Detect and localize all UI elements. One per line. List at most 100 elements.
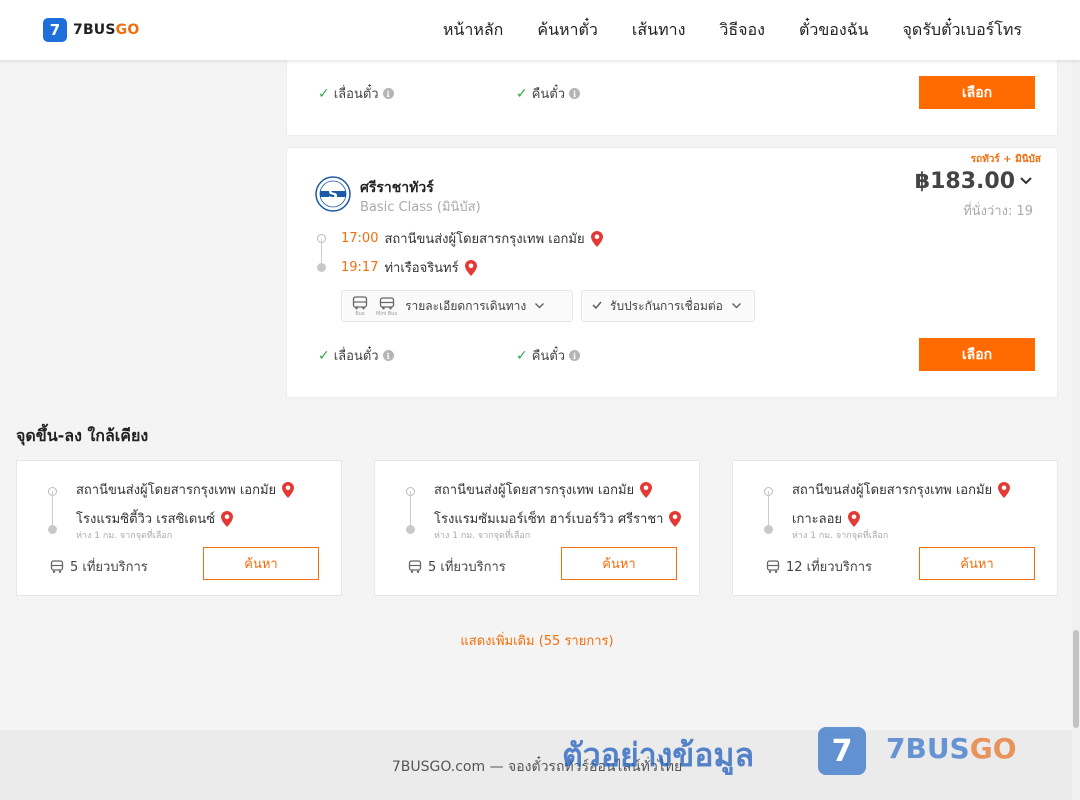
select-trip-button[interactable]: เลือก	[919, 338, 1035, 371]
trip-count-label: 5 เที่ยวบริการ	[428, 560, 506, 575]
route-line	[321, 239, 322, 265]
route-line	[52, 491, 53, 529]
route-line	[768, 491, 769, 529]
info-icon[interactable]: i	[569, 88, 581, 99]
route-line	[410, 491, 411, 529]
refund-label: คืนตั๋ว	[531, 87, 566, 102]
refund-label: คืนตั๋ว	[531, 349, 566, 364]
nav-search-tickets[interactable]: ค้นหาตั๋ว	[537, 18, 598, 43]
arrival-stop-name: ท่าเรือจรินทร์	[384, 261, 459, 276]
map-pin-icon[interactable]	[221, 510, 234, 527]
nearby-from-name: สถานีขนส่งผู้โดยสารกรุงเทพ เอกมัย	[792, 483, 993, 498]
nearby-from-name: สถานีขนส่งผู้โดยสารกรุงเทพ เอกมัย	[76, 483, 277, 498]
watermark-text: ตัวอย่างข้อมูล	[562, 736, 755, 774]
chevron-down-icon	[1019, 174, 1033, 190]
map-pin-icon[interactable]	[669, 510, 682, 527]
reschedule-label: เลื่อนตั๋ว	[333, 87, 379, 102]
select-trip-button[interactable]: เลือก	[919, 76, 1035, 109]
arrival-time: 19:17	[341, 260, 379, 275]
nearby-from: สถานีขนส่งผู้โดยสารกรุงเทพ เอกมัย	[792, 479, 1011, 500]
nearby-to-name: โรงแรมซัมเมอร์เซ็ท ฮาร์เบอร์วิว ศรีราชา	[434, 512, 664, 527]
trip-card: ✓ เลื่อนตั๋ว i ✓ คืนตั๋ว i เลือก	[286, 54, 1058, 136]
brand-logo[interactable]: 7 7BUSGO	[43, 18, 139, 42]
trip-details-label: รายละเอียดการเดินทาง	[405, 298, 527, 313]
map-pin-icon[interactable]	[590, 230, 603, 247]
bus-icon: Bus	[352, 295, 368, 317]
refund-feature: ✓ คืนตั๋ว i	[516, 83, 581, 104]
nearby-search-button[interactable]: ค้นหา	[203, 547, 319, 580]
trip-price: ฿183.00	[914, 169, 1015, 194]
nearby-from-name: สถานีขนส่งผู้โดยสารกรุงเทพ เอกมัย	[434, 483, 635, 498]
map-pin-icon[interactable]	[998, 481, 1011, 498]
map-pin-icon[interactable]	[282, 481, 295, 498]
reschedule-feature: ✓ เลื่อนตั๋ว i	[318, 83, 394, 104]
nearby-to-name: โรงแรมซิตี้วิว เรสซิเดนซ์	[76, 512, 216, 527]
arrival-dot-icon	[48, 525, 57, 534]
price-toggle[interactable]: ฿183.00	[915, 169, 1033, 194]
nearby-search-button[interactable]: ค้นหา	[561, 547, 677, 580]
nearby-stop-card: สถานีขนส่งผู้โดยสารกรุงเทพ เอกมัย โรงแรม…	[16, 460, 342, 596]
nav-routes[interactable]: เส้นทาง	[632, 18, 686, 43]
bus-class: Basic Class (มินิบัส)	[360, 200, 481, 215]
arrival-dot-icon	[406, 525, 415, 534]
reschedule-feature: ✓ เลื่อนตั๋ว i	[318, 345, 394, 366]
brand-name: 7BUSGO	[73, 22, 140, 38]
arrival-dot-icon	[764, 525, 773, 534]
nearby-to-name: เกาะลอย	[792, 512, 842, 527]
trip-details-toggle[interactable]: Bus Mini Bus รายละเอียดการเดินทาง	[341, 290, 573, 322]
arrival-dot-icon	[317, 263, 326, 272]
nearby-distance: ห่าง 1 กม. จากจุดที่เลือก	[76, 531, 173, 541]
site-header: 7 7BUSGO หน้าหลัก ค้นหาตั๋ว เส้นทาง วิธี…	[0, 0, 1080, 60]
trip-count-label: 12 เที่ยวบริการ	[786, 560, 872, 575]
check-icon: ✓	[318, 347, 330, 364]
check-icon	[592, 299, 602, 313]
reschedule-label: เลื่อนตั๋ว	[333, 349, 379, 364]
nearby-distance: ห่าง 1 กม. จากจุดที่เลือก	[792, 531, 889, 541]
map-pin-icon[interactable]	[848, 510, 860, 527]
refund-feature: ✓ คืนตั๋ว i	[516, 345, 581, 366]
minibus-icon: Mini Bus	[376, 296, 397, 317]
nearby-stop-card: สถานีขนส่งผู้โดยสารกรุงเทพ เอกมัย โรงแรม…	[374, 460, 700, 596]
nearby-distance: ห่าง 1 กม. จากจุดที่เลือก	[434, 531, 531, 541]
info-icon[interactable]: i	[382, 88, 394, 99]
nearby-to: เกาะลอย	[792, 508, 860, 529]
bus-icon	[50, 559, 64, 573]
nearby-trip-count: 5 เที่ยวบริการ	[408, 556, 506, 577]
check-icon: ✓	[516, 347, 528, 364]
nav-my-tickets[interactable]: ตั๋วของฉัน	[799, 18, 869, 43]
nearby-trip-count: 5 เที่ยวบริการ	[50, 556, 148, 577]
operator-logo-icon: S	[315, 176, 351, 212]
departure-time: 17:00	[341, 231, 379, 246]
check-icon: ✓	[516, 85, 528, 102]
nearby-to: โรงแรมซัมเมอร์เซ็ท ฮาร์เบอร์วิว ศรีราชา	[434, 508, 682, 529]
bus-icon	[766, 559, 780, 573]
main-nav: หน้าหลัก ค้นหาตั๋ว เส้นทาง วิธีจอง ตั๋วข…	[443, 0, 1022, 60]
arrival-stop: 19:17 ท่าเรือจรินทร์	[341, 257, 477, 278]
chevron-down-icon	[534, 300, 545, 313]
bus-icon	[408, 559, 422, 573]
check-icon: ✓	[318, 85, 330, 102]
info-icon[interactable]: i	[569, 350, 581, 361]
trip-card: รถทัวร์ + มินิบัส S ศรีราชาทัวร์ Basic C…	[286, 147, 1058, 398]
info-icon[interactable]: i	[382, 350, 394, 361]
brand-badge-icon: 7	[43, 18, 67, 42]
chevron-down-icon	[731, 300, 742, 313]
nearby-search-button[interactable]: ค้นหา	[919, 547, 1035, 580]
nav-how-to-book[interactable]: วิธีจอง	[719, 18, 765, 43]
seats-available: ที่นั่งว่าง: 19	[963, 204, 1033, 219]
nearby-stop-card: สถานีขนส่งผู้โดยสารกรุงเทพ เอกมัย เกาะลอ…	[732, 460, 1058, 596]
show-more-link[interactable]: แสดงเพิ่มเติม (55 รายการ)	[0, 630, 1074, 651]
scrollbar-thumb[interactable]	[1073, 630, 1079, 728]
departure-stop: 17:00 สถานีขนส่งผู้โดยสารกรุงเทพ เอกมัย	[341, 228, 603, 249]
connection-guarantee-toggle[interactable]: รับประกันการเชื่อมต่อ	[581, 290, 755, 322]
trip-count-label: 5 เที่ยวบริการ	[70, 560, 148, 575]
nearby-to: โรงแรมซิตี้วิว เรสซิเดนซ์	[76, 508, 234, 529]
map-pin-icon[interactable]	[640, 481, 653, 498]
vehicle-type-tag: รถทัวร์ + มินิบัส	[970, 154, 1041, 165]
nav-ticket-points[interactable]: จุดรับตั๋วเบอร์โทร	[903, 18, 1022, 43]
nav-home[interactable]: หน้าหลัก	[443, 18, 504, 43]
watermark-logo: 7BUSGO	[886, 732, 1017, 765]
nearby-trip-count: 12 เที่ยวบริการ	[766, 556, 872, 577]
map-pin-icon[interactable]	[464, 259, 477, 276]
nearby-from: สถานีขนส่งผู้โดยสารกรุงเทพ เอกมัย	[434, 479, 653, 500]
